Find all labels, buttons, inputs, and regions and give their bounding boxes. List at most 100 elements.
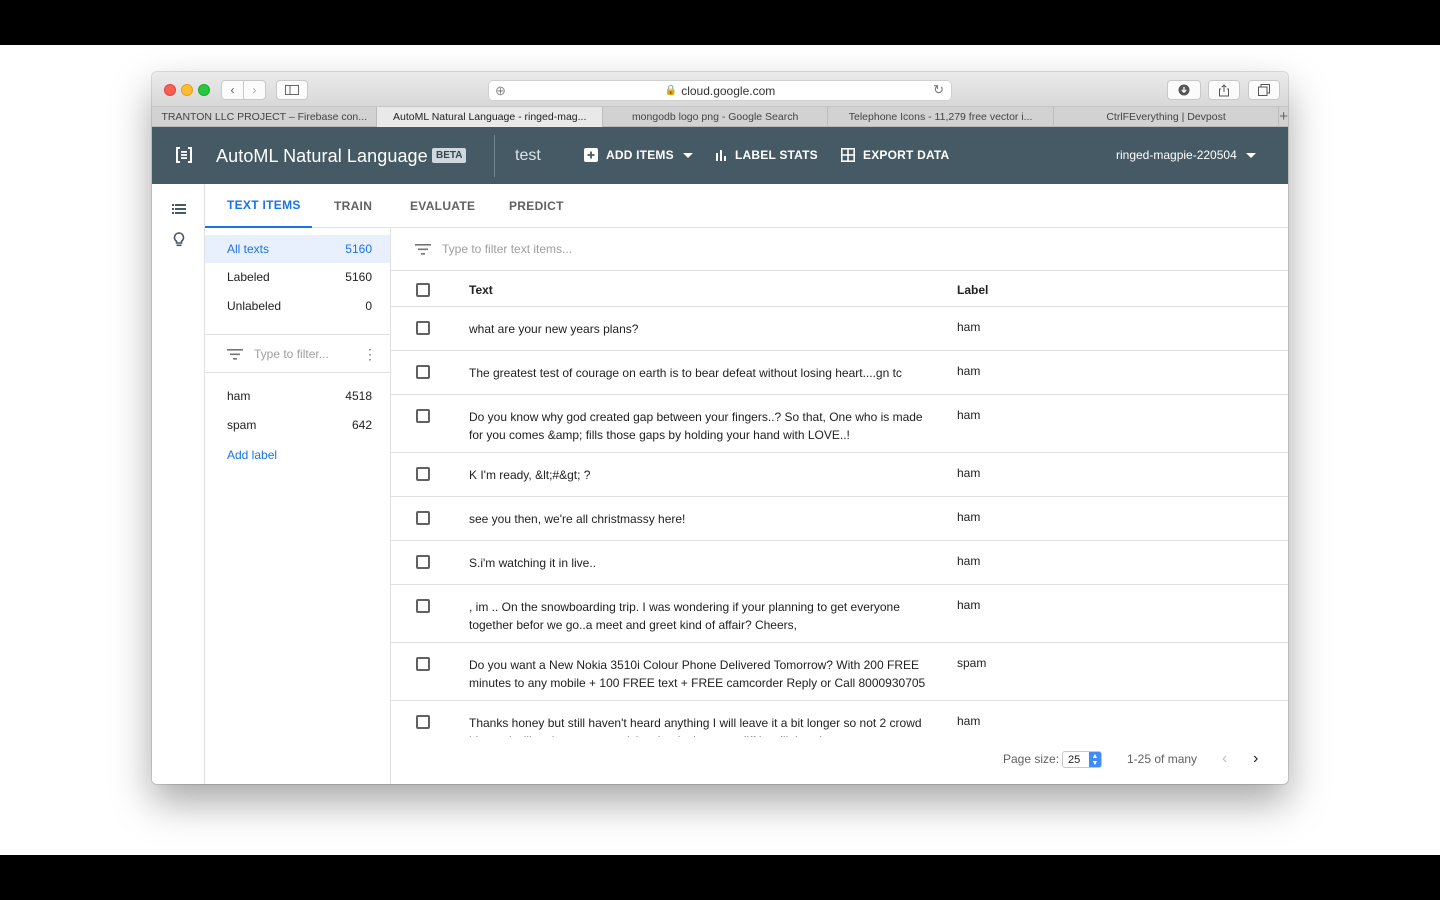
stepper-arrows-icon: ▲ ▼ (1089, 752, 1101, 767)
share-button[interactable] (1208, 80, 1240, 100)
forward-button[interactable]: › (243, 80, 266, 100)
text-filter-placeholder: Type to filter text items... (442, 242, 573, 256)
label-filter-input[interactable]: Type to filter... ⋮ (227, 344, 377, 364)
row-text: S.i'm watching it in live.. (469, 556, 597, 570)
row-checkbox[interactable] (416, 467, 430, 481)
filter-label: Unlabeled (227, 299, 282, 313)
add-label-link[interactable]: Add label (227, 448, 277, 462)
label-count: 642 (351, 418, 372, 432)
browser-tab-label: Telephone Icons - 11,279 free vector i..… (848, 111, 1033, 123)
lightbulb-icon[interactable] (173, 232, 185, 248)
table-body: what are your new years plans? ham The g… (391, 307, 1288, 737)
tab-evaluate[interactable]: EVALUATE (410, 184, 475, 228)
row-checkbox[interactable] (416, 599, 430, 613)
filter-labeled[interactable]: Labeled 5160 (205, 263, 390, 291)
row-checkbox[interactable] (416, 657, 430, 671)
page-size-select[interactable]: 25 ▲ ▼ (1062, 751, 1102, 768)
filter-label: Labeled (227, 270, 270, 284)
downloads-button[interactable] (1167, 80, 1201, 100)
dropdown-arrow-icon (1245, 152, 1256, 158)
row-label: ham (957, 598, 981, 612)
browser-tab[interactable]: CtrlFEverything | Devpost (1054, 107, 1280, 127)
text-items-table: Type to filter text items... Text Label … (391, 228, 1288, 784)
tab-predict[interactable]: PREDICT (509, 184, 564, 228)
select-all-checkbox[interactable] (416, 283, 430, 297)
table-header: Text Label (391, 271, 1288, 307)
row-text: K I'm ready, &lt;#&gt; ? (469, 468, 591, 482)
label-item-spam[interactable]: spam 642 (205, 411, 390, 439)
row-checkbox[interactable] (416, 321, 430, 335)
browser-tab-active[interactable]: AutoML Natural Language - ringed-mag... (377, 107, 603, 127)
close-window-button[interactable] (164, 84, 176, 96)
plus-icon: + (1279, 108, 1288, 125)
new-tab-button[interactable]: + (1279, 107, 1288, 126)
add-items-label: ADD ITEMS (606, 148, 674, 162)
row-checkbox[interactable] (416, 409, 430, 423)
more-vert-icon[interactable]: ⋮ (363, 346, 377, 363)
filter-panel: All texts 5160 Labeled 5160 Unlabeled 0 … (205, 228, 391, 784)
filter-all-texts[interactable]: All texts 5160 (205, 235, 390, 263)
browser-tab[interactable]: mongodb logo png - Google Search (603, 107, 829, 127)
nav-rail (152, 184, 205, 784)
project-selector[interactable]: ringed-magpie-220504 (1116, 148, 1256, 162)
table-row[interactable]: Thanks honey but still haven't heard any… (391, 701, 1288, 737)
table-row[interactable]: , im .. On the snowboarding trip. I was … (391, 585, 1288, 643)
label-filter-placeholder: Type to filter... (254, 347, 329, 361)
export-data-button[interactable]: EXPORT DATA (841, 148, 949, 162)
table-row[interactable]: Do you know why god created gap between … (391, 395, 1288, 453)
label-count: 4518 (345, 389, 372, 403)
browser-toolbar: ‹ › ⊕ 🔒 cloud.google.com ↻ (152, 72, 1288, 107)
column-header-text[interactable]: Text (469, 283, 493, 297)
text-filter-input[interactable]: Type to filter text items... (391, 228, 1288, 271)
divider (205, 372, 390, 373)
privacy-icon[interactable]: ⊕ (495, 83, 506, 99)
row-text: Do you know why god created gap between … (469, 410, 923, 442)
share-icon (1219, 83, 1229, 96)
reload-icon[interactable]: ↻ (933, 82, 944, 98)
row-label: ham (957, 714, 981, 728)
column-header-label[interactable]: Label (957, 283, 988, 297)
row-checkbox[interactable] (416, 365, 430, 379)
row-label: spam (957, 656, 987, 670)
table-row[interactable]: Do you want a New Nokia 3510i Colour Pho… (391, 643, 1288, 701)
back-button[interactable]: ‹ (221, 80, 244, 100)
filter-icon (415, 243, 431, 255)
page-size-value: 25 (1068, 753, 1081, 766)
table-row[interactable]: K I'm ready, &lt;#&gt; ? ham (391, 453, 1288, 497)
row-checkbox[interactable] (416, 555, 430, 569)
zoom-window-button[interactable] (198, 84, 210, 96)
minimize-window-button[interactable] (181, 84, 193, 96)
row-checkbox[interactable] (416, 511, 430, 525)
filter-count: 5160 (345, 242, 372, 256)
show-tabs-button[interactable] (1248, 80, 1280, 100)
previous-page-button[interactable]: ‹ (1222, 750, 1227, 768)
table-grid-icon (841, 148, 855, 162)
label-stats-button[interactable]: LABEL STATS (715, 148, 818, 162)
row-checkbox[interactable] (416, 715, 430, 729)
automl-logo-icon[interactable] (174, 145, 194, 165)
table-row[interactable]: The greatest test of courage on earth is… (391, 351, 1288, 395)
browser-tab[interactable]: Telephone Icons - 11,279 free vector i..… (828, 107, 1054, 127)
browser-tab-label: CtrlFEverything | Devpost (1106, 111, 1226, 123)
add-items-button[interactable]: ADD ITEMS (584, 148, 693, 162)
tab-text-items[interactable]: TEXT ITEMS (205, 184, 312, 228)
browser-tab-label: AutoML Natural Language - ringed-mag... (392, 111, 587, 123)
tabs-overview-icon (1258, 84, 1270, 96)
next-page-button[interactable]: › (1253, 750, 1258, 768)
browser-tab[interactable]: TRANTON LLC PROJECT – Firebase con... (152, 107, 378, 127)
sidebar-toggle-button[interactable] (276, 80, 308, 100)
label-item-ham[interactable]: ham 4518 (205, 382, 390, 410)
tab-train[interactable]: TRAIN (334, 184, 372, 228)
address-bar[interactable]: ⊕ 🔒 cloud.google.com ↻ (488, 80, 952, 101)
row-text: The greatest test of courage on earth is… (469, 366, 902, 380)
filter-unlabeled[interactable]: Unlabeled 0 (205, 292, 390, 320)
row-label: ham (957, 554, 981, 568)
table-row[interactable]: what are your new years plans? ham (391, 307, 1288, 351)
table-row[interactable]: see you then, we're all christmassy here… (391, 497, 1288, 541)
divider (205, 334, 390, 335)
table-row[interactable]: S.i'm watching it in live.. ham (391, 541, 1288, 585)
row-text: Do you want a New Nokia 3510i Colour Pho… (469, 658, 926, 690)
dataset-name: test (515, 147, 541, 164)
list-icon[interactable] (172, 204, 186, 214)
main-tabs: TEXT ITEMS TRAIN EVALUATE PREDICT (205, 184, 1288, 228)
